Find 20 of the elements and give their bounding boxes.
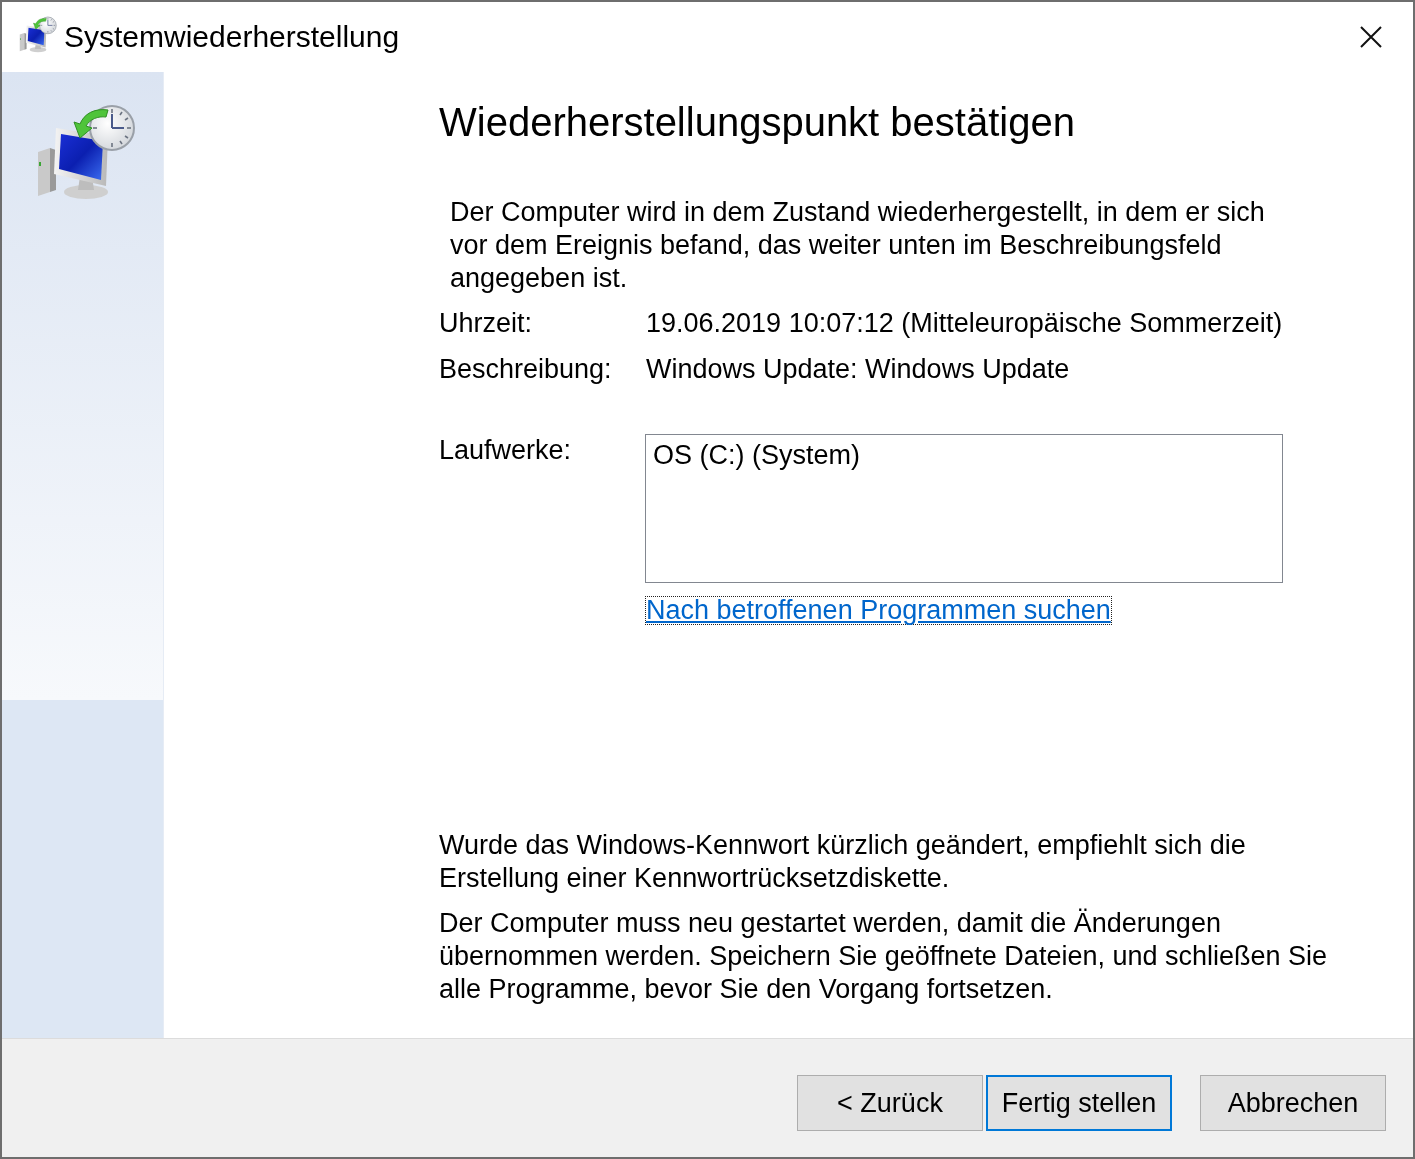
field-label: Beschreibung: <box>439 353 613 386</box>
close-icon <box>1360 26 1382 48</box>
field-label: Laufwerke: <box>439 434 573 467</box>
field-value: Windows Update: Windows Update <box>646 353 1071 386</box>
back-button[interactable]: < Zurück <box>797 1075 983 1131</box>
drive-list[interactable]: OS (C:) (System) <box>645 434 1283 583</box>
description-text: Der Computer wird in dem Zustand wiederhergestellt, in dem er sich vor dem Ereignis befand, das weiter unten im Beschreibungsfeld angegeben ist. <box>450 196 1266 295</box>
monitor-clock-icon <box>36 104 136 200</box>
window-title: Systemwiederherstellung <box>64 20 400 54</box>
monitor-clock-icon <box>19 15 57 53</box>
note-text: Wurde das Windows-Kennwort kürzlich geändert, empfiehlt sich die Erstellung einer Kennwortrücksetzdiskette. <box>439 829 1247 895</box>
programs-link[interactable]: Nach betroffenen Programmen suchen <box>645 596 1112 625</box>
finish-button[interactable]: Fertig stellen <box>986 1075 1172 1131</box>
close-button[interactable] <box>1360 26 1382 48</box>
field-value: 19.06.2019 10:07:12 (Mitteleuropäische Sommerzeit) <box>646 307 1283 340</box>
list-item[interactable]: OS (C:) (System) <box>653 439 1275 472</box>
cancel-button[interactable]: Abbrechen <box>1200 1075 1386 1131</box>
note-text: Der Computer muss neu gestartet werden, damit die Änderungen übernommen werden. Speichern Sie geöffnete Dateien, und schließen Sie alle Programme, bevor Sie den Vorgang fortsetzen. <box>439 907 1329 1006</box>
page-heading: Wiederherstellungspunkt bestätigen <box>439 99 1076 145</box>
field-label: Uhrzeit: <box>439 307 534 340</box>
